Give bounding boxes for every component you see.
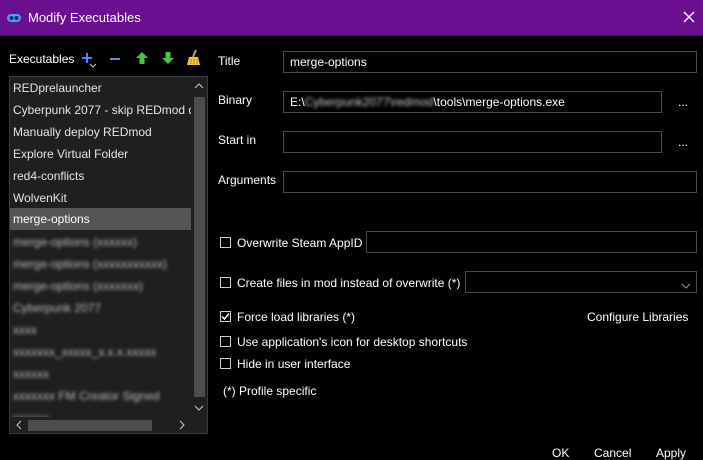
move-down-icon[interactable] bbox=[159, 49, 177, 67]
forceload-checkbox[interactable] bbox=[220, 311, 231, 322]
cancel-button[interactable]: Cancel bbox=[594, 446, 631, 460]
list-item-selected[interactable]: merge-options bbox=[10, 208, 191, 230]
steam-appid-input[interactable] bbox=[366, 231, 697, 253]
list-item[interactable]: WolvenKit bbox=[10, 187, 191, 209]
binary-redacted: Cyberpunk2077\redmod bbox=[304, 95, 434, 109]
executables-label: Executables bbox=[9, 52, 75, 66]
scroll-right-icon[interactable] bbox=[176, 419, 188, 431]
list-item[interactable]: merge-options (xxxxxxx) bbox=[10, 275, 191, 297]
check-icon bbox=[221, 313, 230, 321]
scroll-left-icon[interactable] bbox=[13, 419, 25, 431]
list-item[interactable]: xxxxxx bbox=[10, 363, 191, 385]
startin-label: Start in bbox=[218, 133, 257, 147]
horizontal-scroll-thumb[interactable] bbox=[28, 420, 152, 431]
mod-select[interactable] bbox=[465, 271, 697, 293]
list-item[interactable]: REDprelauncher bbox=[10, 77, 191, 99]
binary-suffix: \tools\merge-options.exe bbox=[433, 95, 565, 109]
hide-checkbox[interactable] bbox=[220, 358, 231, 369]
add-icon[interactable] bbox=[80, 51, 98, 69]
list-item[interactable]: Cyberpunk 2077 bbox=[10, 297, 191, 319]
executables-list[interactable]: REDprelauncher Cyberpunk 2077 - skip RED… bbox=[9, 76, 208, 434]
vertical-scroll-thumb[interactable] bbox=[194, 97, 205, 397]
configure-libraries-button[interactable]: Configure Libraries bbox=[587, 310, 688, 324]
hide-label: Hide in user interface bbox=[237, 357, 351, 371]
arguments-label: Arguments bbox=[218, 173, 277, 187]
steam-checkbox[interactable] bbox=[220, 237, 231, 248]
list-item[interactable]: Cyberpunk 2077 - skip REDmod deploy bbox=[10, 99, 191, 121]
move-up-icon[interactable] bbox=[133, 49, 151, 67]
binary-prefix: E:\ bbox=[290, 95, 305, 109]
createfiles-label: Create files in mod instead of overwrite… bbox=[237, 276, 461, 290]
list-item[interactable]: red4-conflicts bbox=[10, 165, 191, 187]
arguments-input[interactable] bbox=[283, 171, 697, 193]
title-input[interactable]: merge-options bbox=[283, 51, 697, 73]
scroll-down-icon[interactable] bbox=[193, 402, 205, 414]
forceload-label: Force load libraries (*) bbox=[237, 310, 356, 324]
list-item[interactable]: xxxxxxx_xxxxx_x.x.x.xxxxx bbox=[10, 341, 191, 363]
app-icon bbox=[6, 10, 22, 26]
remove-icon[interactable] bbox=[106, 50, 124, 68]
title-label: Title bbox=[218, 54, 241, 68]
scroll-up-icon[interactable] bbox=[193, 80, 205, 92]
window-title: Modify Executables bbox=[28, 10, 141, 25]
profile-note: (*) Profile specific bbox=[223, 384, 317, 398]
appicon-label: Use application's icon for desktop short… bbox=[237, 335, 468, 349]
binary-input[interactable]: E:\Cyberpunk2077\redmod\tools\merge-opti… bbox=[283, 91, 662, 113]
list-item[interactable]: merge-options (xxxxxxxxxxx) bbox=[10, 253, 191, 275]
ok-button[interactable]: OK bbox=[552, 446, 569, 460]
startin-input[interactable] bbox=[283, 131, 662, 153]
createfiles-checkbox[interactable] bbox=[220, 277, 231, 288]
appicon-checkbox[interactable] bbox=[220, 336, 231, 347]
title-bar: Modify Executables bbox=[0, 0, 703, 36]
chevron-down-icon bbox=[681, 278, 691, 292]
steam-label: Overwrite Steam AppID bbox=[237, 236, 363, 250]
binary-browse-button[interactable]: ... bbox=[678, 95, 688, 109]
close-icon[interactable] bbox=[680, 8, 698, 26]
list-item[interactable]: xxxx bbox=[10, 319, 191, 341]
list-item[interactable]: xxxxxxx FM Creator Signed bbox=[10, 385, 191, 407]
list-item[interactable]: Manually deploy REDmod bbox=[10, 121, 191, 143]
list-item[interactable]: Explore Virtual Folder bbox=[10, 143, 191, 165]
list-item[interactable]: merge-options (xxxxxx) bbox=[10, 231, 191, 253]
horizontal-scrollbar[interactable] bbox=[10, 417, 207, 433]
vertical-scrollbar[interactable] bbox=[191, 77, 207, 417]
apply-button[interactable]: Apply bbox=[656, 446, 686, 460]
startin-browse-button[interactable]: ... bbox=[678, 135, 688, 149]
binary-label: Binary bbox=[218, 93, 253, 107]
clean-icon[interactable] bbox=[185, 49, 203, 67]
